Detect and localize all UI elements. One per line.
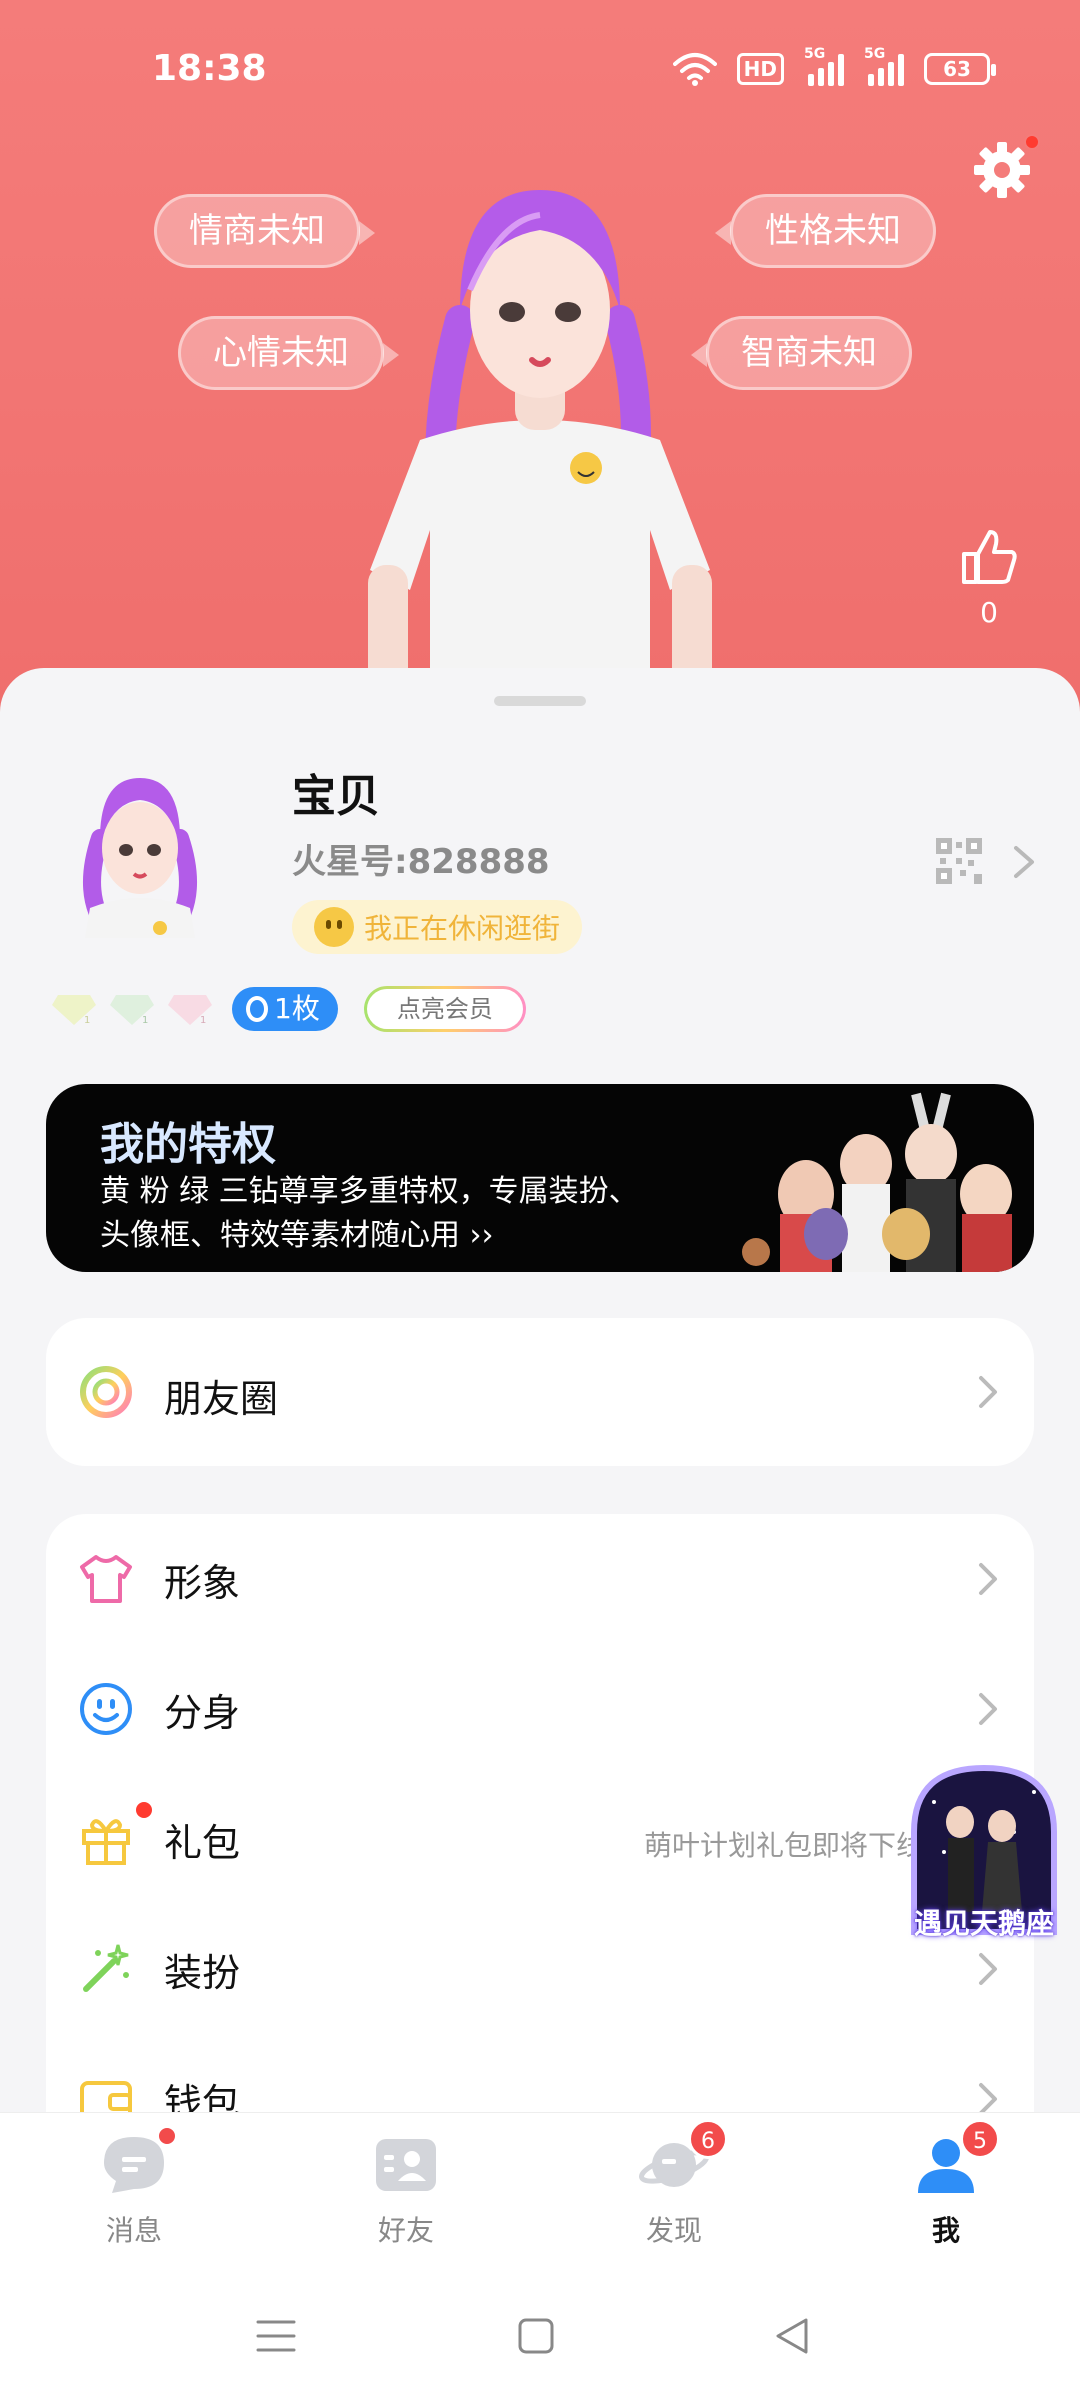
thumbs-up-icon[interactable] <box>960 528 1018 586</box>
privilege-description: 黄 粉 绿 三钻尊享多重特权，专属装扮、头像框、特效等素材随心用 ›› <box>100 1174 639 1253</box>
menu-label-dress-up: 装扮 <box>164 1951 241 1995</box>
vip-button-label: 点亮会员 <box>366 989 523 1029</box>
profile-avatar[interactable] <box>70 768 210 938</box>
profile-name: 宝贝 <box>292 771 380 822</box>
status-icons: HD 5G 5G 63 <box>672 46 996 86</box>
yellow-diamond-icon[interactable]: 1 <box>52 991 96 1027</box>
friends-card-icon <box>370 2133 442 2197</box>
chevron-right-icon <box>979 1563 997 1595</box>
vip-button[interactable]: 点亮会员 <box>363 986 526 1032</box>
chat-bubble-icon <box>98 2125 178 2197</box>
event-badge-text: 遇见天鹅座 <box>913 1907 1054 1940</box>
qr-code-icon[interactable] <box>934 836 984 886</box>
uid-label: 火星号: <box>292 842 408 882</box>
medal-icon <box>246 996 268 1022</box>
settings-gear-icon[interactable] <box>972 140 1032 200</box>
home-square-icon[interactable] <box>514 2314 558 2358</box>
sheet-drag-handle[interactable] <box>494 696 586 706</box>
nav-tab-messages[interactable]: 消息 <box>44 2125 224 2249</box>
chevron-right-icon[interactable] <box>1010 844 1038 880</box>
avatar-3d-figure[interactable] <box>350 170 730 730</box>
wallet-icon <box>80 2081 132 2118</box>
menu-row-moments[interactable]: 朋友圈 <box>46 1318 1034 1466</box>
messages-notification-dot <box>156 2125 178 2147</box>
menu-label-appearance: 形象 <box>164 1561 241 1605</box>
bubble-iq[interactable]: 智商未知 <box>691 316 912 390</box>
nav-label-me: 我 <box>931 2214 960 2247</box>
hd-badge: HD <box>736 53 784 85</box>
floating-event-badge[interactable]: 遇见天鹅座 <box>894 1762 1074 1952</box>
back-triangle-icon[interactable] <box>770 2314 814 2358</box>
svg-text:1: 1 <box>142 1015 148 1026</box>
system-navigation-bar <box>0 2272 1080 2400</box>
mood-text: 我正在休闲逛街 <box>364 912 561 945</box>
privilege-banner[interactable]: 我的特权 黄 粉 绿 三钻尊享多重特权，专属装扮、头像框、特效等素材随心用 ›› <box>46 1084 1034 1272</box>
profile-page: 18:38 HD 5G 5G 63 情商未知 性格未知 心情未知 智商未知 0 … <box>0 0 1080 2400</box>
medal-count-badge[interactable]: 1枚 <box>232 987 338 1031</box>
nav-label-friends: 好友 <box>377 2214 434 2247</box>
battery-icon: 63 <box>924 53 996 85</box>
signal-icon-1: 5G <box>804 46 844 86</box>
medal-count: 1枚 <box>274 992 320 1025</box>
status-bar: 18:38 HD 5G 5G 63 <box>0 44 1080 100</box>
me-badge: 5 <box>960 2119 1000 2159</box>
privilege-title: 我的特权 <box>100 1119 276 1170</box>
nav-tab-friends[interactable]: 好友 <box>316 2133 496 2249</box>
privilege-characters-illustration <box>742 1092 1012 1272</box>
moments-ring-icon <box>80 1366 132 1418</box>
svg-text:1: 1 <box>84 1015 90 1026</box>
status-time: 18:38 <box>152 48 267 89</box>
bottom-navigation: 消息 好友 6 发现 5 我 <box>0 2112 1080 2272</box>
profile-uid[interactable]: 火星号:828888 <box>292 834 550 883</box>
bubble-personality[interactable]: 性格未知 <box>715 194 936 268</box>
nav-label-discover: 发现 <box>645 2214 702 2247</box>
menu-lines-icon[interactable] <box>254 2314 298 2358</box>
menu-row-avatar-clone[interactable]: 分身 <box>46 1644 1034 1774</box>
neutral-face-icon <box>314 907 354 947</box>
menu-row-appearance[interactable]: 形象 <box>46 1514 1034 1644</box>
uid-value: 828888 <box>407 842 550 882</box>
menu-card: 形象 分身 礼包 萌叶计划礼包即将下线 装扮 钱包 <box>46 1514 1034 2118</box>
chevron-right-icon <box>979 1376 997 1408</box>
bubble-eq[interactable]: 情商未知 <box>154 194 375 268</box>
nav-tab-me[interactable]: 5 我 <box>856 2119 1036 2249</box>
gift-notification-dot <box>136 1802 152 1818</box>
badges-row: 1 1 1 1枚 点亮会员 <box>52 986 526 1032</box>
tshirt-icon <box>80 1555 132 1603</box>
svg-text:1: 1 <box>200 1015 206 1026</box>
menu-row-dress-up[interactable]: 装扮 <box>46 1904 1034 2034</box>
green-diamond-icon[interactable]: 1 <box>110 991 154 1027</box>
discover-badge: 6 <box>688 2119 728 2159</box>
nav-label-messages: 消息 <box>105 2214 162 2247</box>
nav-tab-discover[interactable]: 6 发现 <box>584 2119 764 2249</box>
signal-icon-2: 5G <box>864 46 904 86</box>
network-type-1: 5G <box>804 46 826 62</box>
settings-notification-dot <box>1024 134 1040 150</box>
gift-subtitle: 萌叶计划礼包即将下线 <box>643 1829 924 1862</box>
moments-label: 朋友圈 <box>164 1377 279 1421</box>
menu-row-wallet[interactable]: 钱包 <box>46 2034 1034 2118</box>
menu-label-gift: 礼包 <box>164 1821 241 1865</box>
planet-icon: 6 <box>638 2119 728 2197</box>
moments-card[interactable]: 朋友圈 <box>46 1318 1034 1466</box>
like-count: 0 <box>980 596 998 629</box>
gift-icon <box>82 1819 130 1865</box>
hero-header: 18:38 HD 5G 5G 63 情商未知 性格未知 心情未知 智商未知 0 <box>0 0 1080 730</box>
chevron-right-icon <box>979 1953 997 1985</box>
menu-row-gift-pack[interactable]: 礼包 萌叶计划礼包即将下线 <box>46 1774 1034 1904</box>
network-type-2: 5G <box>864 46 886 62</box>
magic-wand-icon <box>83 1944 129 1992</box>
mood-status-pill[interactable]: 我正在休闲逛街 <box>292 900 583 954</box>
chevron-right-icon <box>979 1693 997 1725</box>
wifi-icon <box>672 53 717 86</box>
pink-diamond-icon[interactable]: 1 <box>168 991 212 1027</box>
smiley-face-icon <box>80 1683 132 1735</box>
menu-label-clone: 分身 <box>164 1691 241 1735</box>
person-icon: 5 <box>910 2119 1000 2197</box>
